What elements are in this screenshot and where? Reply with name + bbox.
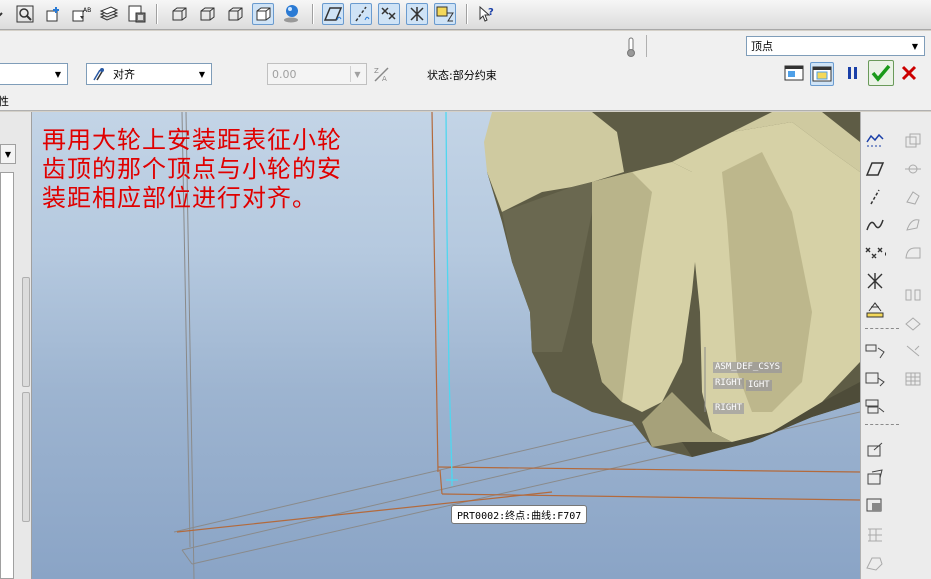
instruction-annotation: 再用大轮上安装距表征小轮 齿顶的那个顶点与小轮的安 装距相应部位进行对齐。 (42, 126, 412, 213)
datum-curve-icon[interactable] (864, 214, 886, 236)
extrude-icon[interactable] (902, 186, 924, 208)
wireframe-icon[interactable] (168, 3, 190, 25)
reference-type-label: 顶点 (751, 40, 773, 53)
constraint-type-label: 对齐 (113, 68, 135, 81)
hidden-line-icon[interactable] (196, 3, 218, 25)
mirror-icon[interactable] (902, 158, 924, 180)
revolve-icon[interactable] (902, 214, 924, 236)
layers-icon[interactable] (98, 3, 120, 25)
csys-icon[interactable] (864, 270, 886, 292)
constraint-set-dropdown[interactable]: ▼ (0, 63, 68, 85)
datum-point-display-icon[interactable] (378, 3, 400, 25)
csys-display-icon[interactable] (406, 3, 428, 25)
offset-input[interactable]: 0.00 ▼ (267, 63, 367, 85)
datum-plane-display-icon[interactable] (322, 3, 344, 25)
sweep-icon[interactable] (902, 242, 924, 264)
separate-window-icon[interactable] (783, 62, 805, 84)
svg-text:Z: Z (374, 67, 379, 75)
cancel-icon[interactable] (898, 62, 920, 84)
pattern-icon[interactable] (902, 312, 924, 334)
sash-handle[interactable] (22, 277, 30, 387)
view-front-icon[interactable] (864, 438, 886, 460)
feature-toolbar (860, 112, 931, 579)
gear-model (484, 112, 860, 457)
annotation-line: 再用大轮上安装距表征小轮 (42, 126, 342, 154)
svg-text:AB: AB (83, 7, 91, 14)
placement-tab-label[interactable]: 性 (0, 93, 9, 109)
chevron-down-icon: ▼ (350, 66, 364, 82)
datum-point-marker[interactable] (446, 474, 458, 486)
zoom-fit-icon[interactable] (14, 3, 36, 25)
zoom-window-icon[interactable] (0, 3, 12, 25)
warp-icon[interactable] (864, 552, 886, 574)
constraint-type-dropdown[interactable]: 对齐 ▼ (86, 63, 212, 85)
thicken-icon[interactable] (902, 368, 924, 390)
svg-text:A: A (382, 75, 387, 83)
offset-icon[interactable] (864, 368, 886, 390)
pattern-table-icon[interactable] (864, 524, 886, 546)
saved-views-icon[interactable]: AB (70, 3, 92, 25)
copy-geometry-icon[interactable] (902, 130, 924, 152)
annotation-line: 装距相应部位进行对齐。 (42, 184, 317, 212)
annotation-line: 齿顶的那个顶点与小轮的安 (42, 155, 342, 183)
appearance-icon[interactable] (280, 3, 302, 25)
reorient-icon[interactable] (42, 3, 64, 25)
chevron-down-icon: ▼ (198, 69, 206, 79)
component-placement-dashboard: ▼ 对齐 ▼ 0.00 ▼ ZA 状态:部分约束 顶点 ▼ 性 (0, 31, 931, 111)
context-help-icon[interactable]: ? (476, 3, 498, 25)
tree-list[interactable] (0, 172, 14, 579)
assembly-window-icon[interactable] (810, 62, 834, 86)
datum-axis-icon[interactable] (864, 186, 886, 208)
view-rotate-icon[interactable] (864, 466, 886, 488)
align-icon (91, 66, 107, 82)
sketch-icon[interactable] (864, 130, 886, 152)
flip-icon[interactable]: ZA (372, 65, 390, 86)
datum-point-icon[interactable] (864, 242, 886, 264)
graphics-window[interactable]: 再用大轮上安装距表征小轮 齿顶的那个顶点与小轮的安 装距相应部位进行对齐。 AS… (32, 112, 860, 579)
constraint-status: 状态:部分约束 (427, 69, 497, 82)
reference-type-dropdown[interactable]: 顶点 ▼ (746, 36, 925, 56)
offset-value: 0.00 (272, 67, 297, 81)
datum-label-right[interactable]: IGHT (746, 380, 772, 391)
pause-icon[interactable] (842, 62, 864, 84)
no-hidden-icon[interactable] (224, 3, 246, 25)
chevron-down-icon: ▼ (911, 41, 919, 51)
datum-label-right[interactable]: RIGHT (713, 403, 745, 414)
main-toolbar: AB ? (0, 0, 931, 30)
csys-label[interactable]: ASM_DEF_CSYS (713, 362, 783, 373)
merge-icon[interactable] (864, 340, 886, 362)
datum-axis-display-icon[interactable] (350, 3, 372, 25)
annotation-display-icon[interactable] (434, 3, 456, 25)
trim-icon[interactable] (902, 340, 924, 362)
sash-handle[interactable] (22, 392, 30, 522)
model-tree-panel: ▼ (0, 112, 32, 579)
datum-plane-icon[interactable] (864, 158, 886, 180)
thermometer-icon (623, 36, 639, 61)
blend-icon[interactable] (902, 284, 924, 306)
view-manager-icon[interactable] (126, 3, 148, 25)
confirm-icon[interactable] (868, 60, 894, 86)
chevron-down-icon: ▼ (54, 69, 62, 79)
datum-label-right[interactable]: RIGHT (713, 378, 745, 389)
solidify-icon[interactable] (864, 396, 886, 418)
shading-icon[interactable] (252, 3, 274, 25)
analysis-icon[interactable] (864, 298, 886, 320)
svg-text:?: ? (488, 7, 494, 18)
selection-tooltip: PRT0002:终点:曲线:F707 (451, 505, 588, 524)
view-section-icon[interactable] (864, 494, 886, 516)
datum-curve[interactable] (445, 112, 453, 478)
chevron-down-icon[interactable]: ▼ (0, 144, 16, 164)
